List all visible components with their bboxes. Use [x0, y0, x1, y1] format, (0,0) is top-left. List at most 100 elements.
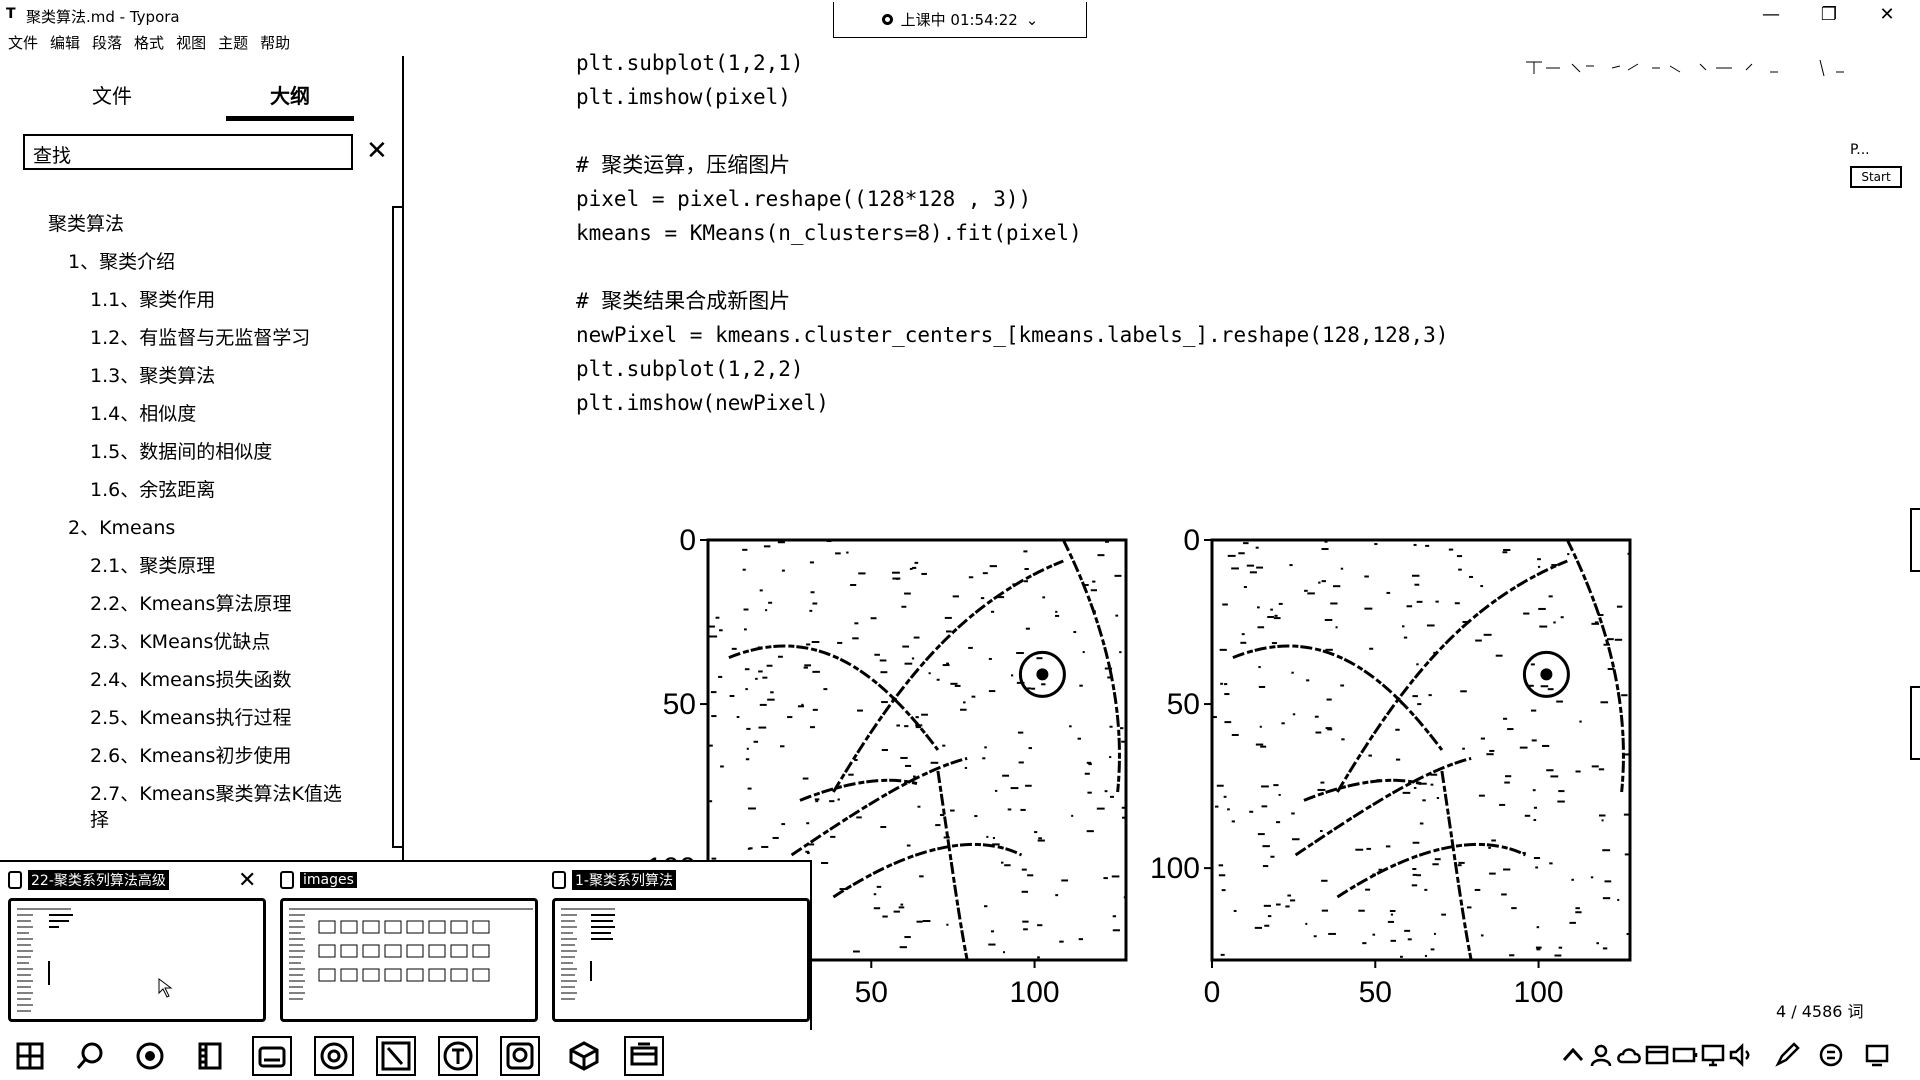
y-tick-label: 0	[679, 524, 696, 557]
plugin-label: P...	[1850, 142, 1870, 158]
active-tab-indicator	[226, 116, 354, 121]
menu-item[interactable]: 视图	[176, 32, 212, 53]
battery-icon[interactable]	[1672, 1042, 1700, 1070]
code-block[interactable]: plt.subplot(1,2,1) plt.imshow(pixel) # 聚类…	[576, 46, 1448, 420]
thumbnail-preview	[552, 898, 810, 1022]
recording-status-pill[interactable]: 上课中 01:54:22 ⌄	[833, 2, 1087, 38]
maximize-button[interactable]: ❐	[1804, 2, 1854, 28]
y-tick-label: 0	[1183, 524, 1200, 557]
clear-search-icon[interactable]: ✕	[366, 136, 388, 166]
outline-search-input[interactable]: 查找	[23, 134, 353, 170]
film-icon[interactable]	[190, 1036, 230, 1076]
menu-item[interactable]: 段落	[92, 32, 128, 53]
thumbnail-title: 22-聚类系列算法高级	[28, 870, 169, 890]
x-tick-label: 100	[1514, 976, 1564, 1009]
edge-handle-top[interactable]	[1910, 508, 1920, 572]
code-line: kmeans = KMeans(n_clusters=8).fit(pixel)	[576, 221, 1082, 245]
outline-item[interactable]: 择	[90, 807, 109, 833]
outline-item[interactable]: 2、Kmeans	[68, 515, 175, 541]
code-line: plt.subplot(1,2,2)	[576, 357, 804, 381]
code-line: pixel = pixel.reshape((128*128 , 3))	[576, 187, 1032, 211]
minimize-button[interactable]: —	[1746, 2, 1796, 28]
menu-item[interactable]: 帮助	[260, 32, 296, 53]
cube-icon[interactable]	[564, 1036, 604, 1076]
menu-bar: 文件 编辑 段落 格式 视图 主题 帮助	[8, 32, 296, 53]
typora-app-icon: T	[6, 6, 16, 22]
image-subplot: 0 50 100 0 50 100	[1150, 524, 1632, 1009]
x-tick-label: 50	[855, 976, 888, 1009]
volume-icon[interactable]	[1728, 1042, 1756, 1070]
thumbnail-close-icon[interactable]: ✕	[238, 868, 256, 893]
display-icon[interactable]	[1864, 1042, 1892, 1070]
tab-outline[interactable]: 大纲	[270, 80, 310, 109]
typora-icon[interactable]	[438, 1036, 478, 1076]
code-comment: # 聚类运算，压缩图片	[576, 153, 791, 177]
document-icon	[280, 871, 294, 889]
taskbar	[0, 1032, 1920, 1080]
y-tick-label: 50	[1167, 688, 1200, 721]
browser-icon[interactable]	[314, 1036, 354, 1076]
title-bar: T 聚类算法.md - Typora 上课中 01:54:22 ⌄ — ❐ ✕	[0, 0, 1920, 38]
outline-item[interactable]: 2.2、Kmeans算法原理	[90, 591, 291, 617]
edge-handle-bottom[interactable]	[1910, 686, 1920, 760]
outline-item[interactable]: 1.3、聚类算法	[90, 363, 215, 389]
cloud-icon[interactable]	[1616, 1042, 1644, 1070]
sidebar-tabs: 文件 大纲	[0, 56, 404, 124]
outline-item[interactable]: 1.1、聚类作用	[90, 287, 215, 313]
outline-item[interactable]: 2.5、Kmeans执行过程	[90, 705, 291, 731]
tab-files[interactable]: 文件	[92, 80, 132, 109]
document-icon	[552, 871, 566, 889]
close-button[interactable]: ✕	[1862, 2, 1912, 28]
thumbnail-window[interactable]: images	[280, 868, 550, 1030]
menu-item[interactable]: 主题	[218, 32, 254, 53]
menu-item[interactable]: 编辑	[50, 32, 86, 53]
search-icon[interactable]	[70, 1036, 110, 1076]
outline-item[interactable]: 1.5、数据间的相似度	[90, 439, 272, 465]
chevron-down-icon: ⌄	[1025, 10, 1039, 29]
window-icon[interactable]	[1644, 1042, 1672, 1070]
code-line: plt.imshow(newPixel)	[576, 391, 829, 415]
windows-icon[interactable]	[10, 1036, 50, 1076]
code-line: newPixel = kmeans.cluster_centers_[kmean…	[576, 323, 1449, 347]
chat-icon[interactable]	[500, 1036, 540, 1076]
outline-item[interactable]: 1.2、有监督与无监督学习	[90, 325, 310, 351]
outline-item[interactable]: 1.6、余弦距离	[90, 477, 215, 503]
code-comment: # 聚类结果合成新图片	[576, 289, 791, 313]
outline-item[interactable]: 2.6、Kmeans初步使用	[90, 743, 291, 769]
outline-item[interactable]: 2.3、KMeans优缺点	[90, 629, 270, 655]
outline-item[interactable]: 2.4、Kmeans损失函数	[90, 667, 291, 693]
image-frame	[1210, 538, 1632, 962]
thumbnail-window[interactable]: 1-聚类系列算法	[552, 868, 822, 1030]
pen-icon[interactable]	[376, 1036, 416, 1076]
y-tick-label: 100	[1150, 852, 1200, 885]
blurred-toolbar-strip	[1526, 59, 1844, 77]
person-icon[interactable]	[1588, 1042, 1616, 1070]
tools-icon[interactable]	[624, 1036, 664, 1076]
x-tick-label: 0	[1204, 976, 1221, 1009]
x-tick-label: 50	[1359, 976, 1392, 1009]
outline-item[interactable]: 2.7、Kmeans聚类算法K值选	[90, 781, 342, 807]
record-dot-icon	[881, 14, 893, 25]
outline-item[interactable]: 2.1、聚类原理	[90, 553, 215, 579]
start-button[interactable]: Start	[1850, 166, 1902, 188]
pen-tray-icon[interactable]	[1774, 1042, 1802, 1070]
thumbnail-window[interactable]: 22-聚类系列算法高级 ✕	[8, 868, 278, 1030]
outline-item[interactable]: 1、聚类介绍	[68, 249, 175, 275]
outline-item[interactable]: 聚类算法	[48, 211, 124, 237]
input-icon[interactable]	[1818, 1042, 1846, 1070]
menu-item[interactable]: 格式	[134, 32, 170, 53]
outline-scrollbar[interactable]	[392, 206, 404, 848]
drive-icon[interactable]	[252, 1036, 292, 1076]
word-count[interactable]: 4 / 4586 词	[1776, 998, 1864, 1022]
record-icon[interactable]	[130, 1036, 170, 1076]
chevron-up-icon[interactable]	[1560, 1042, 1588, 1070]
menu-item[interactable]: 文件	[8, 32, 44, 53]
outline-item[interactable]: 1.4、相似度	[90, 401, 196, 427]
thumbnail-preview	[280, 898, 538, 1022]
taskbar-thumbnail-popup: 22-聚类系列算法高级 ✕ images 1-聚类系列算法	[0, 860, 812, 1030]
monitor-icon[interactable]	[1700, 1042, 1728, 1070]
document-icon	[8, 871, 22, 889]
code-line: plt.subplot(1,2,1)	[576, 51, 804, 75]
y-tick-label: 50	[663, 688, 696, 721]
